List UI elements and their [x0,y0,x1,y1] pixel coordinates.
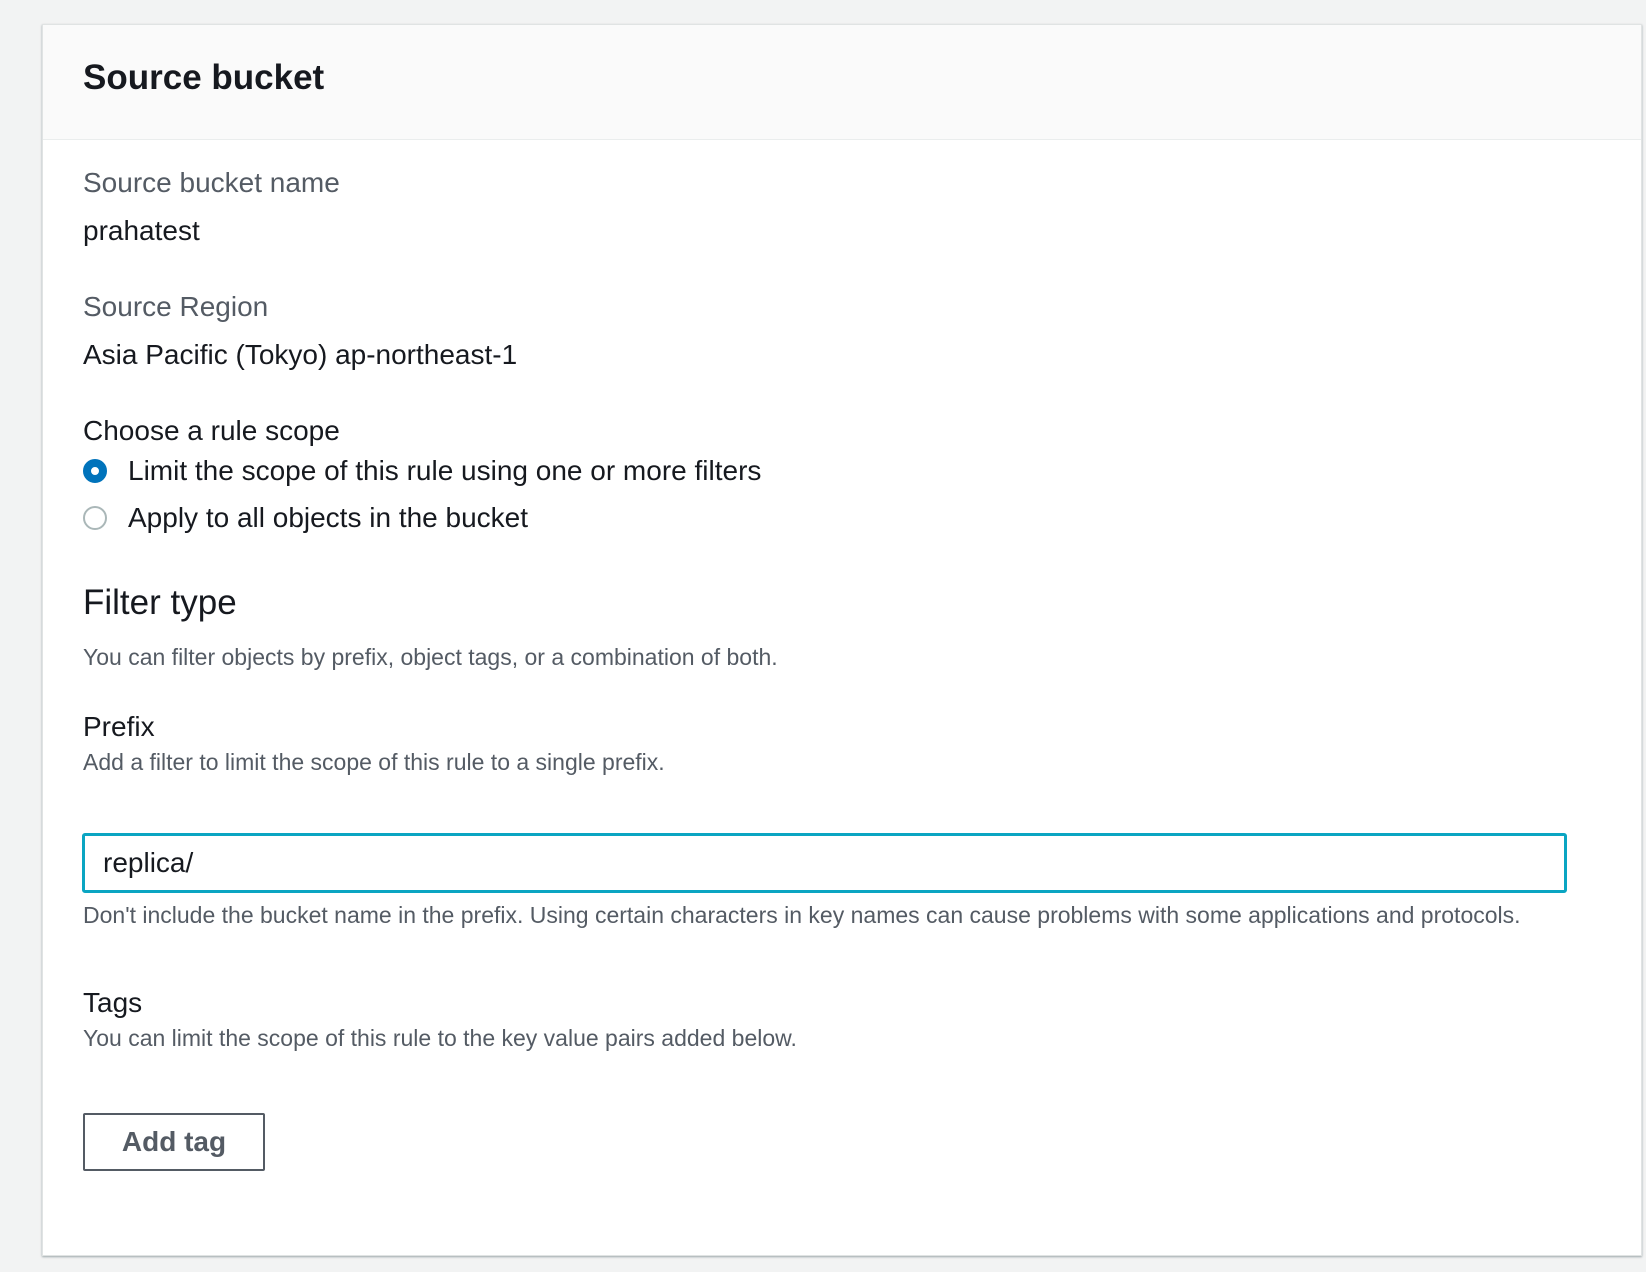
scope-option-limit-label[interactable]: Limit the scope of this rule using one o… [128,455,761,487]
scope-option-all[interactable]: Apply to all objects in the bucket [83,502,528,534]
scope-option-limit[interactable]: Limit the scope of this rule using one o… [83,455,761,487]
source-region-value: Asia Pacific (Tokyo) ap-northeast-1 [83,339,518,370]
prefix-description: Add a filter to limit the scope of this … [83,749,665,775]
source-bucket-name-label: Source bucket name [83,167,340,198]
source-bucket-name-value: prahatest [83,215,200,246]
panel-header: Source bucket [43,25,1641,140]
prefix-hint: Don't include the bucket name in the pre… [83,902,1521,928]
rule-scope-label: Choose a rule scope [83,415,340,446]
add-tag-button[interactable]: Add tag [83,1113,265,1171]
radio-unselected-icon[interactable] [83,506,107,530]
scope-option-all-label[interactable]: Apply to all objects in the bucket [128,502,528,534]
tags-label: Tags [83,987,143,1018]
radio-selected-icon[interactable] [83,459,107,483]
panel-title: Source bucket [83,58,325,97]
tags-description: You can limit the scope of this rule to … [83,1025,797,1051]
filter-type-title: Filter type [83,583,237,622]
source-region-label: Source Region [83,291,269,322]
prefix-input[interactable] [82,833,1567,893]
filter-type-description: You can filter objects by prefix, object… [83,644,778,670]
source-bucket-panel: Source bucket Source bucket name prahate… [42,24,1642,1256]
prefix-label: Prefix [83,711,155,742]
